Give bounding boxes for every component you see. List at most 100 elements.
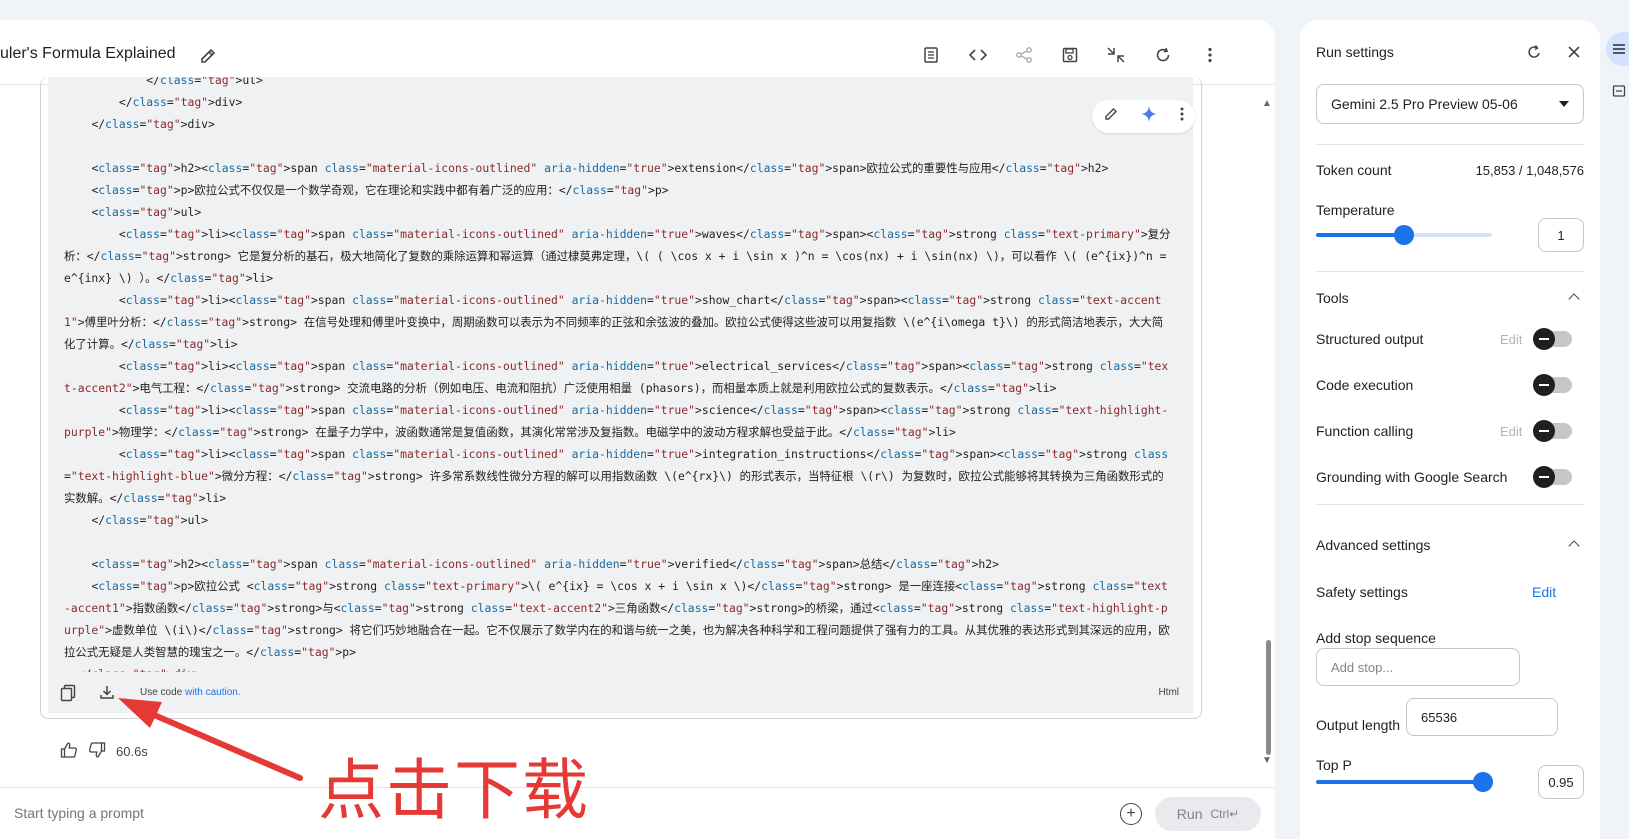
code-content: </class="tag">ul> </class="tag">div> </c… xyxy=(64,77,1171,672)
scroll-down-arrow[interactable]: ▼ xyxy=(1262,755,1272,766)
caution-prefix: Use code xyxy=(140,687,186,698)
download-icon[interactable] xyxy=(99,684,115,703)
code-execution-toggle[interactable] xyxy=(1533,374,1572,396)
code-execution-label: Code execution xyxy=(1316,377,1414,393)
model-select[interactable]: Gemini 2.5 Pro Preview 05-06 xyxy=(1316,84,1584,124)
tune-icon[interactable] xyxy=(1612,42,1626,61)
top-bar: uler's Formula Explained xyxy=(0,20,1275,85)
caution-note: Use code with caution. xyxy=(140,687,241,698)
function-calling-edit[interactable]: Edit xyxy=(1500,424,1522,439)
run-shortcut: Ctrl↵ xyxy=(1210,807,1240,821)
code-block: </class="tag">ul> </class="tag">div> </c… xyxy=(48,77,1193,672)
code-line: </class="tag">div> xyxy=(64,663,1171,672)
grounding-label: Grounding with Google Search xyxy=(1316,469,1508,485)
code-line: <class="tag">h2><class="tag">span class=… xyxy=(64,161,1109,175)
close-icon[interactable] xyxy=(1564,42,1584,62)
code-line: </class="tag">ul> xyxy=(64,77,263,87)
edit-code-icon[interactable] xyxy=(1103,106,1119,127)
thumbs-down-icon[interactable] xyxy=(88,741,106,762)
top-p-slider[interactable] xyxy=(1316,772,1494,792)
function-calling-toggle[interactable] xyxy=(1533,420,1572,442)
toggle-knob xyxy=(1533,374,1555,396)
edit-title-icon[interactable] xyxy=(198,46,218,66)
language-label: Html xyxy=(1158,687,1179,698)
code-line: <class="tag">li><class="tag">span class=… xyxy=(64,359,1169,395)
add-media-button[interactable]: + xyxy=(1120,803,1142,825)
structured-output-label: Structured output xyxy=(1316,331,1424,347)
divider xyxy=(1316,271,1584,272)
scrollbar-thumb[interactable] xyxy=(1266,640,1271,755)
response-time: 60.6s xyxy=(116,743,148,759)
tools-label: Tools xyxy=(1316,290,1349,306)
temperature-slider-fill xyxy=(1316,233,1404,237)
more-vert-icon[interactable] xyxy=(1199,44,1221,66)
grounding-toggle[interactable] xyxy=(1533,466,1572,488)
chevron-up-icon[interactable] xyxy=(1568,540,1580,552)
compare-icon[interactable] xyxy=(920,44,942,66)
divider xyxy=(1316,144,1584,145)
temperature-slider[interactable] xyxy=(1316,225,1492,245)
toggle-knob xyxy=(1533,328,1555,350)
copy-icon[interactable] xyxy=(60,684,76,705)
divider xyxy=(1316,504,1584,505)
save-icon[interactable] xyxy=(1059,44,1081,66)
compress-icon[interactable] xyxy=(1105,44,1127,66)
page-title: uler's Formula Explained xyxy=(0,45,176,62)
structured-output-edit[interactable]: Edit xyxy=(1500,332,1522,347)
settings-title: Run settings xyxy=(1316,44,1394,60)
code-line: <class="tag">ul> xyxy=(64,205,202,219)
code-line: <class="tag">li><class="tag">span class=… xyxy=(64,403,1169,439)
safety-settings-label: Safety settings xyxy=(1316,584,1408,600)
temperature-slider-thumb[interactable] xyxy=(1394,225,1414,245)
code-line: <class="tag">p>欧拉公式 <class="tag">strong … xyxy=(64,579,1170,659)
chevron-up-icon[interactable] xyxy=(1568,293,1580,305)
scroll-up-arrow[interactable]: ▲ xyxy=(1262,98,1272,109)
code-footer: Use code with caution. Html xyxy=(48,672,1193,713)
top-p-slider-fill xyxy=(1316,780,1484,784)
run-settings-panel: Run settings Gemini 2.5 Pro Preview 05-0… xyxy=(1300,20,1600,839)
code-line: </class="tag">ul> xyxy=(64,513,209,527)
app-root: uler's Formula Explained </class="tag">u… xyxy=(0,0,1629,839)
sparkle-icon[interactable] xyxy=(1140,105,1158,128)
thumbs-up-icon[interactable] xyxy=(60,741,78,762)
plus-icon: + xyxy=(1126,805,1136,822)
toggle-knob xyxy=(1533,420,1555,442)
caution-link[interactable]: with caution. xyxy=(185,687,241,698)
run-button[interactable]: Run Ctrl↵ xyxy=(1155,797,1261,831)
structured-output-toggle[interactable] xyxy=(1533,328,1572,350)
reset-settings-icon[interactable] xyxy=(1524,42,1544,62)
temperature-label: Temperature xyxy=(1316,202,1395,218)
output-length-input[interactable]: 65536 xyxy=(1406,698,1558,736)
stop-sequence-label: Add stop sequence xyxy=(1316,630,1436,646)
toggle-knob xyxy=(1533,466,1555,488)
code-line: <class="tag">p>欧拉公式不仅仅是一个数学奇观，它在理论和实践中都有… xyxy=(64,183,669,197)
feedback-row: 60.6s xyxy=(60,740,148,762)
code-line: <class="tag">li><class="tag">span class=… xyxy=(64,447,1169,505)
function-calling-label: Function calling xyxy=(1316,423,1414,439)
share-icon[interactable] xyxy=(1013,44,1035,66)
code-tools xyxy=(1092,100,1195,133)
top-p-label: Top P xyxy=(1316,757,1352,773)
token-count-label: Token count xyxy=(1316,162,1392,178)
safety-settings-edit[interactable]: Edit xyxy=(1532,584,1556,600)
annotation-text: 点击下载 xyxy=(318,752,590,829)
model-name: Gemini 2.5 Pro Preview 05-06 xyxy=(1331,96,1518,112)
temperature-input[interactable]: 1 xyxy=(1538,218,1584,252)
advanced-settings-label: Advanced settings xyxy=(1316,537,1431,553)
caret-down-icon xyxy=(1559,101,1569,107)
code-line: <class="tag">h2><class="tag">span class=… xyxy=(64,557,1000,571)
code-line: </class="tag">div> xyxy=(64,95,243,109)
output-length-label: Output length xyxy=(1316,717,1401,733)
history-icon[interactable] xyxy=(1612,84,1626,103)
top-p-input[interactable]: 0.95 xyxy=(1538,765,1584,799)
code-line: <class="tag">li><class="tag">span class=… xyxy=(64,293,1164,351)
top-p-slider-thumb[interactable] xyxy=(1473,772,1494,792)
run-label: Run xyxy=(1176,806,1203,822)
code-line: <class="tag">li><class="tag">span class=… xyxy=(64,227,1174,285)
stop-sequence-input[interactable]: Add stop... xyxy=(1316,648,1520,686)
code-icon[interactable] xyxy=(967,44,989,66)
refresh-icon[interactable] xyxy=(1152,44,1174,66)
code-more-icon[interactable] xyxy=(1179,106,1185,127)
